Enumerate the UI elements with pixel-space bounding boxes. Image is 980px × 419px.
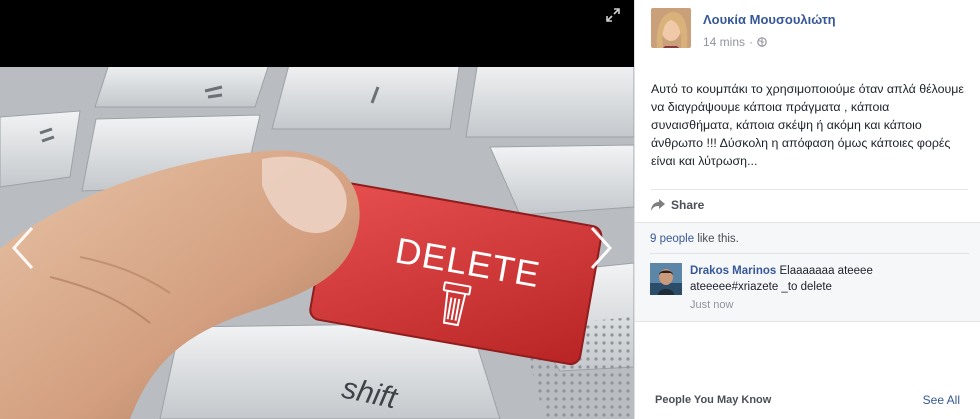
commenter-avatar[interactable]	[650, 263, 682, 295]
time-separator: ·	[749, 35, 754, 49]
likes-summary: 9 people like this.	[650, 233, 739, 245]
post-time-text[interactable]: 14 mins	[703, 35, 745, 49]
feedback-section: 9 people like this. Drakos Marinos Elaaa…	[635, 222, 980, 322]
actions-divider	[651, 189, 968, 190]
comment-timestamp[interactable]: Just now	[690, 297, 960, 313]
globe-icon[interactable]	[757, 37, 767, 47]
chevron-left-icon[interactable]	[8, 225, 38, 271]
see-all-link[interactable]: See All	[923, 393, 960, 407]
feedback-divider	[650, 253, 969, 254]
photo-viewer: DELETE shift	[0, 0, 634, 419]
fullscreen-expand-icon[interactable]	[606, 8, 620, 22]
post-panel: Λουκία Μουσουλιώτη 14 mins · Αυτό το κου…	[634, 0, 980, 419]
post-header: Λουκία Μουσουλιώτη 14 mins ·	[651, 8, 836, 49]
comment-author[interactable]: Drakos Marinos	[690, 265, 776, 277]
share-arrow-icon	[651, 199, 665, 211]
share-label: Share	[671, 198, 705, 212]
share-button[interactable]: Share	[651, 198, 704, 212]
post-timestamp: 14 mins ·	[703, 35, 836, 49]
post-photo[interactable]: DELETE shift	[0, 67, 634, 419]
comment-item: Drakos Marinos Elaaaaaaa ateeee ateeeee#…	[650, 263, 960, 313]
likes-count-link[interactable]: 9 people	[650, 233, 694, 245]
post-message: Αυτό το κουμπάκι το χρησιμοποιούμε όταν …	[651, 82, 964, 168]
people-you-may-know-title: People You May Know	[655, 394, 772, 406]
chevron-right-icon[interactable]	[586, 225, 616, 271]
likes-suffix: like this.	[694, 233, 739, 245]
author-name[interactable]: Λουκία Μουσουλιώτη	[703, 12, 836, 28]
author-avatar[interactable]	[651, 8, 691, 48]
